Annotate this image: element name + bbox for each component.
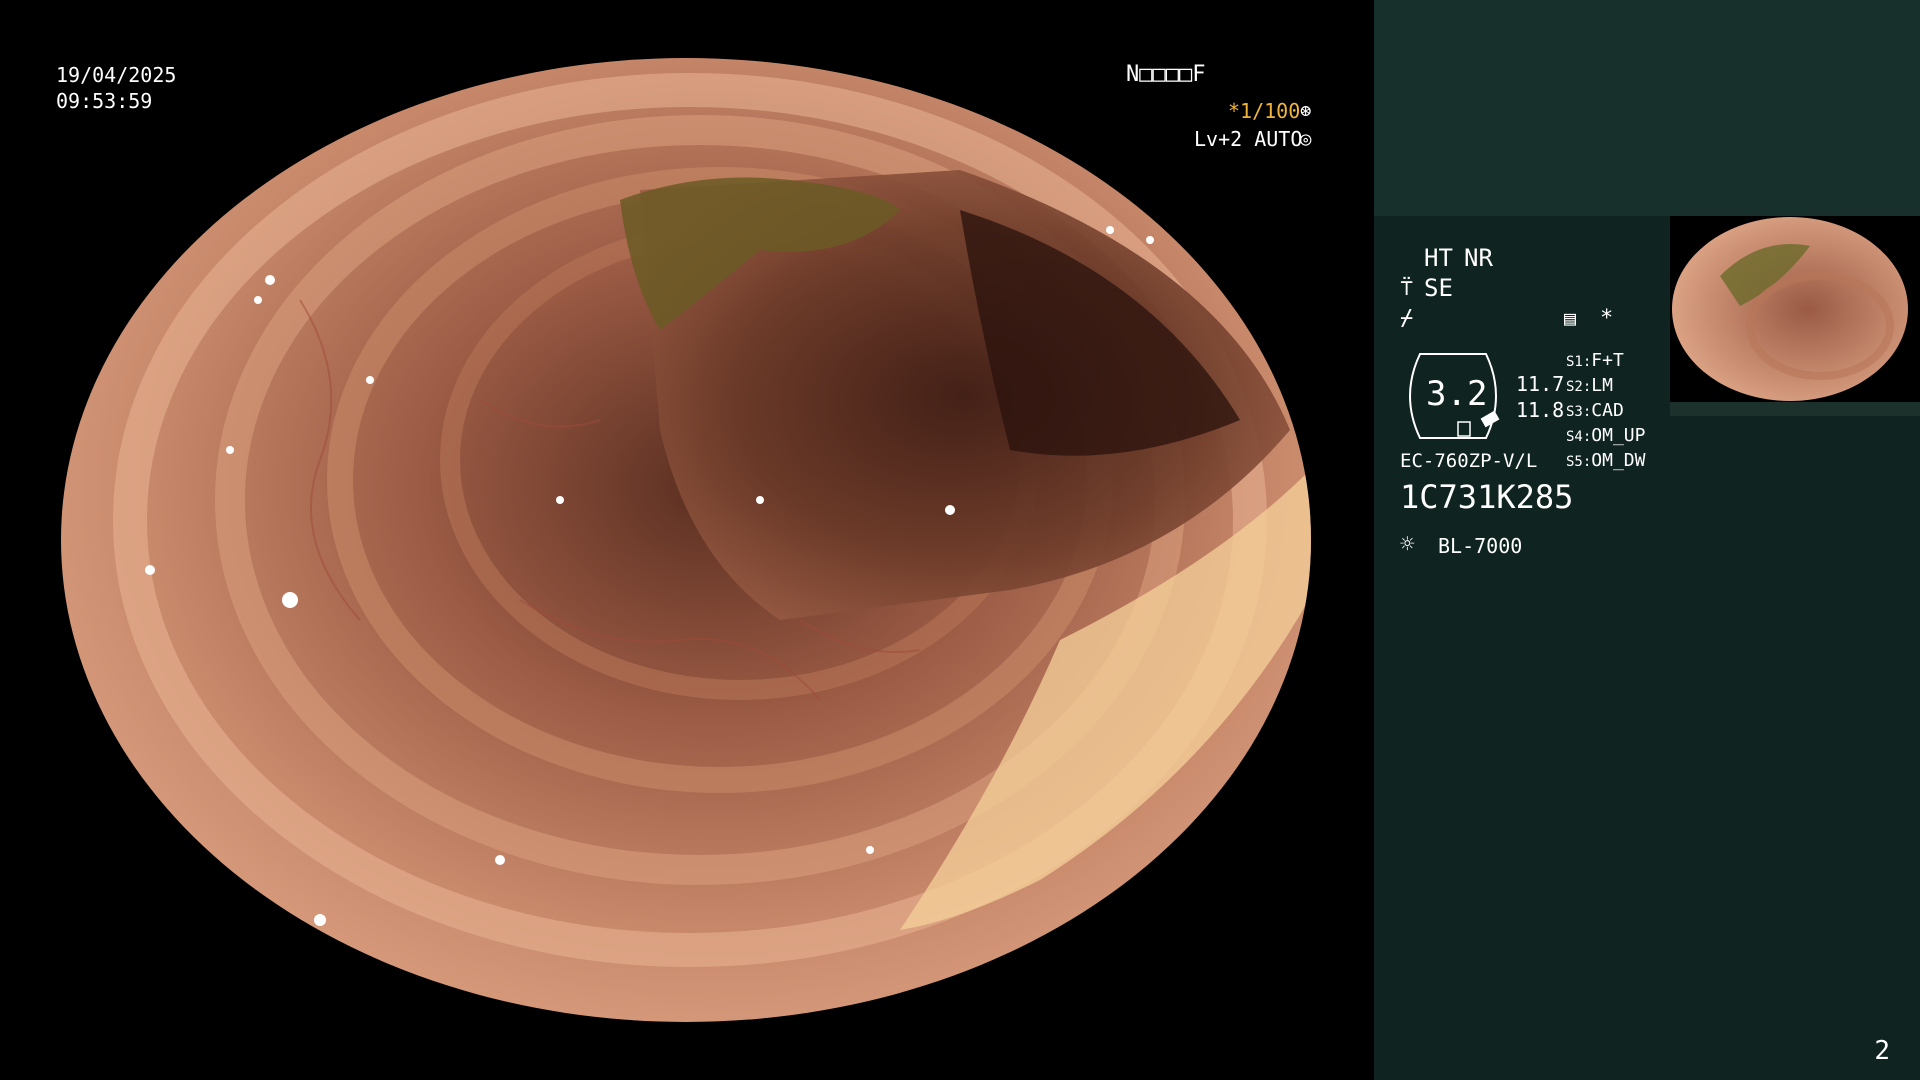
ht-indicator: HT xyxy=(1424,244,1453,272)
star-indicator: * xyxy=(1600,306,1614,331)
enhancement-level: Lv+2 AUTO xyxy=(1194,127,1303,151)
light-source-model: BL-7000 xyxy=(1438,534,1523,558)
auto-icon: ◎ xyxy=(1300,128,1312,150)
value-b: 11.8 xyxy=(1516,398,1565,422)
sidebar-header-panel xyxy=(1374,0,1920,216)
value-a: 11.7 xyxy=(1516,372,1565,396)
preset-s3: S3:CAD xyxy=(1566,400,1624,421)
exam-time: 09:53:59 xyxy=(56,89,153,113)
capture-thumbnail[interactable] xyxy=(1670,216,1920,416)
scope-serial: 1C731K285 xyxy=(1400,478,1574,516)
page-number: 2 xyxy=(1874,1036,1890,1066)
preset-s5: S5:OM_DW xyxy=(1566,450,1646,471)
preset-s2: S2:LM xyxy=(1566,375,1613,396)
info-sidebar: HT NR ⍡ SE ⌿ ▤ * 3.2 11.7 11.8 S1:F+T S2… xyxy=(1374,0,1920,1080)
preset-s4: S4:OM_UP xyxy=(1566,425,1646,446)
exam-date: 19/04/2025 xyxy=(56,63,177,87)
scope-model: EC-760ZP-V/L xyxy=(1400,450,1538,472)
zoom-value: 3.2 xyxy=(1426,374,1488,414)
thumbnail-footer xyxy=(1670,402,1920,416)
shutter-icon: ⊛ xyxy=(1300,100,1312,122)
patient-id: N□□□□F xyxy=(1126,62,1206,87)
thumbnail-image xyxy=(1672,217,1908,401)
memo-icon: ▤ xyxy=(1564,306,1577,330)
structure-icon: ⍡ xyxy=(1400,276,1414,301)
colon-lumen-image xyxy=(61,58,1311,1022)
se-indicator: SE xyxy=(1424,274,1453,302)
light-source-icon: ☼ xyxy=(1400,530,1415,558)
preset-s1: S1:F+T xyxy=(1566,350,1624,371)
endoscopy-image-viewport xyxy=(0,0,1372,1080)
nr-indicator: NR xyxy=(1464,244,1493,272)
shutter-speed: *1/100 xyxy=(1228,99,1301,123)
filter-icon: ⌿ xyxy=(1400,306,1414,331)
